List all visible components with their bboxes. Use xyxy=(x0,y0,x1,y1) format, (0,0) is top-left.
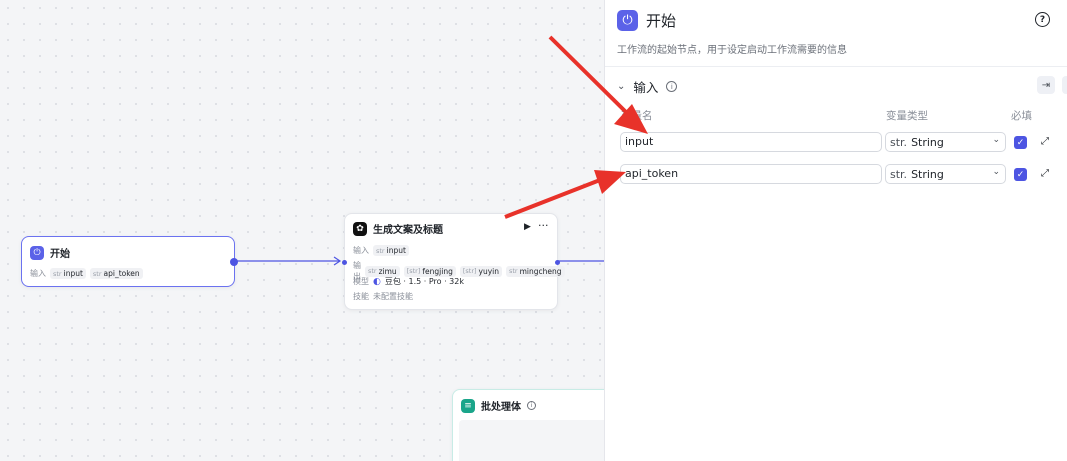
var-type-select[interactable]: str. String ⌄ xyxy=(885,132,1006,152)
panel-title: 开始 xyxy=(646,12,677,30)
more-icon[interactable]: ··· xyxy=(538,219,549,232)
col-var-type: 变量类型 xyxy=(886,110,928,122)
divider xyxy=(605,66,1067,67)
help-icon[interactable]: ? xyxy=(1035,12,1050,27)
llm-output-port[interactable] xyxy=(555,260,560,265)
llm-output-chip: [str] yuyin xyxy=(459,265,502,277)
chevron-down-icon: ⌄ xyxy=(992,167,1000,177)
start-node[interactable]: ⏻ 开始 输入 str input str api_token xyxy=(21,236,238,287)
node-settings-panel: ⏻ 开始 ? 工作流的起始节点，用于设定启动工作流需要的信息 ⌄ 输入 i ⇥ … xyxy=(604,0,1067,461)
start-input-chip: str api_token xyxy=(89,268,143,279)
llm-input-port[interactable] xyxy=(342,260,347,265)
var-name-input[interactable]: api_token xyxy=(620,164,882,184)
llm-icon: ✿ xyxy=(353,221,367,236)
required-checkbox[interactable]: ✓ xyxy=(1014,136,1027,149)
llm-node-title: 生成文案及标题 xyxy=(373,225,443,236)
input-section-title: 输入 xyxy=(633,80,659,95)
start-icon: ⏻ xyxy=(617,10,638,31)
info-icon[interactable]: i xyxy=(666,81,678,92)
llm-output-chip: [str] fengjing xyxy=(403,265,456,277)
add-button[interactable] xyxy=(1062,76,1067,94)
var-type-select[interactable]: str. String ⌄ xyxy=(885,164,1006,184)
expand-icon[interactable]: ⤢ xyxy=(1041,168,1049,179)
run-icon[interactable]: ▶ xyxy=(524,222,531,232)
llm-output-chip: str mingcheng xyxy=(506,265,565,277)
start-input-chip: str input xyxy=(50,268,86,279)
llm-model-value: 豆包 · 1.5 · Pro · 32k xyxy=(384,277,464,286)
llm-input-chip: str input xyxy=(373,245,409,256)
col-required: 必填 xyxy=(1011,110,1032,122)
batch-body xyxy=(459,420,604,461)
batch-node-title: 批处理体 xyxy=(481,402,521,413)
info-icon[interactable]: i xyxy=(527,401,536,410)
start-node-title: 开始 xyxy=(50,249,70,260)
chevron-down-icon[interactable]: ⌄ xyxy=(617,81,625,92)
col-var-name: 变量名 xyxy=(621,110,653,122)
chevron-down-icon: ⌄ xyxy=(992,135,1000,145)
batch-node[interactable]: ≡ 批处理体 i xyxy=(452,389,604,461)
start-input-label: 输入 xyxy=(30,269,46,278)
llm-model-label: 模型 xyxy=(353,277,369,286)
llm-skill-label: 技能 xyxy=(353,292,369,301)
panel-description: 工作流的起始节点，用于设定启动工作流需要的信息 xyxy=(617,45,847,56)
start-icon: ⏻ xyxy=(30,245,44,260)
doubao-icon: ◐ xyxy=(373,276,381,287)
llm-node[interactable]: ✿ 生成文案及标题 ▶ ··· 输入 str input 输出 str zimu… xyxy=(342,213,565,310)
var-name-input[interactable]: input xyxy=(620,132,882,152)
required-checkbox[interactable]: ✓ xyxy=(1014,168,1027,181)
start-output-port[interactable] xyxy=(230,258,238,266)
batch-icon: ≡ xyxy=(461,398,475,413)
llm-input-label: 输入 xyxy=(353,246,369,255)
expand-icon[interactable]: ⤢ xyxy=(1041,136,1049,147)
llm-output-chip: str zimu xyxy=(365,265,400,277)
import-button[interactable]: ⇥ xyxy=(1037,76,1055,94)
llm-skill-value: 未配置技能 xyxy=(373,292,413,301)
workflow-canvas[interactable]: ⏻ 开始 输入 str input str api_token ✿ 生成文案及标… xyxy=(0,0,604,461)
